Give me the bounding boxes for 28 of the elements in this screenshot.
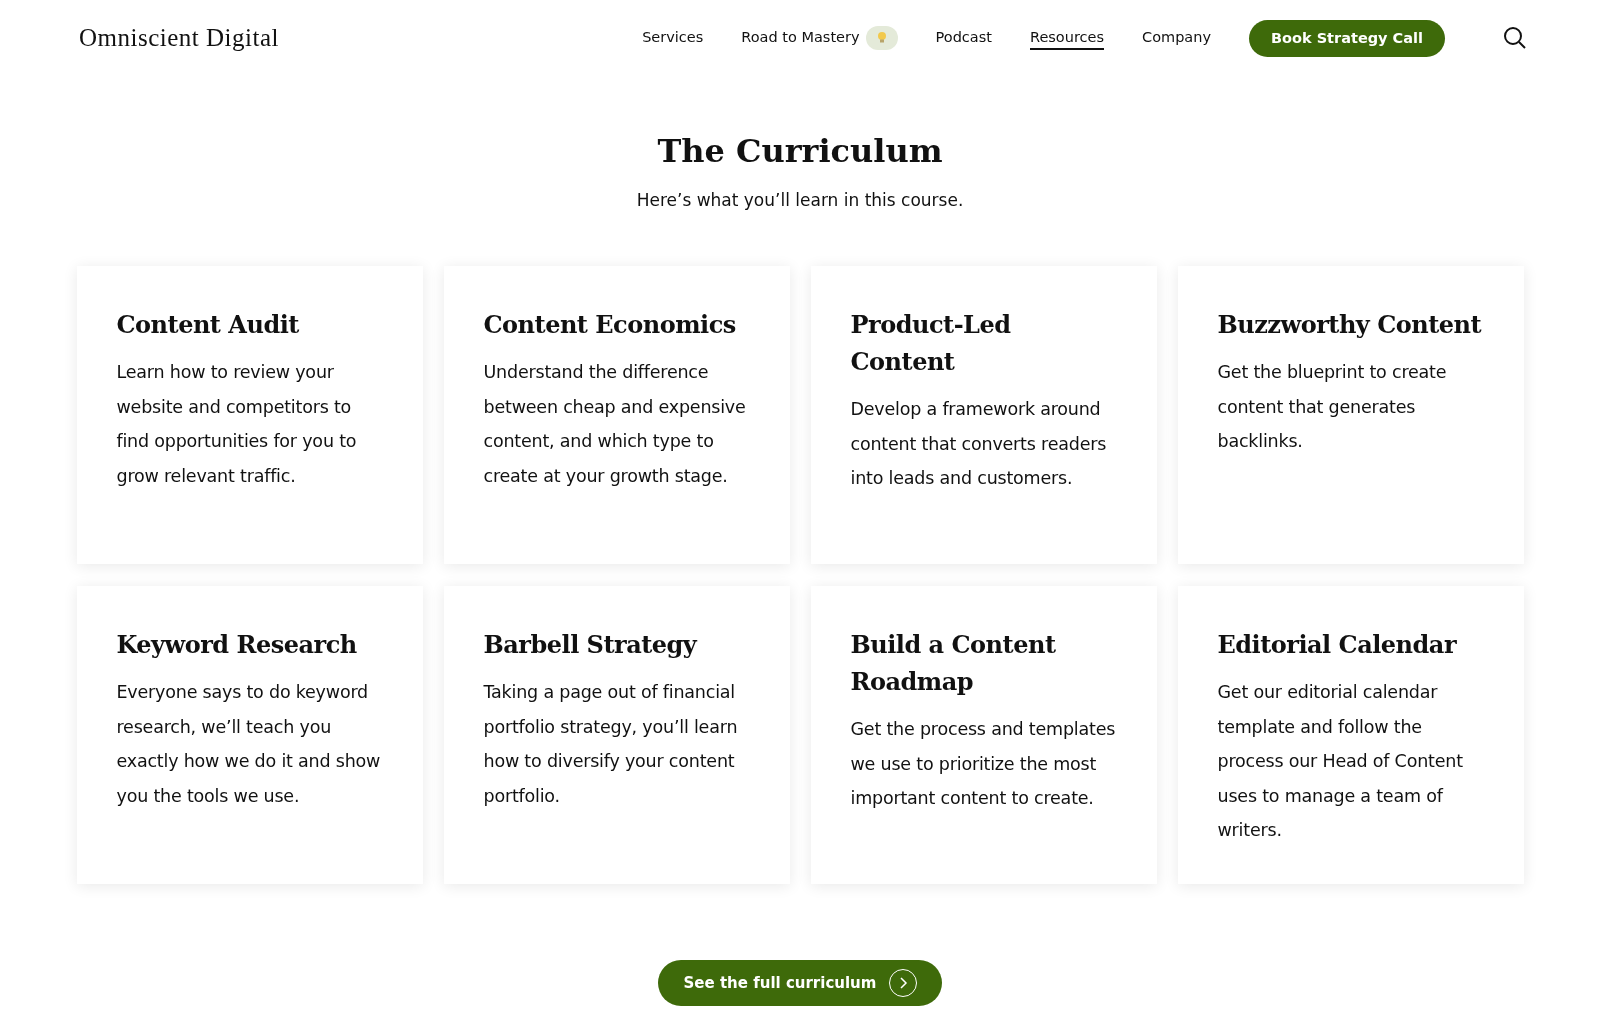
card-text: Get our editorial calendar template and follow the process our Head of Content uses to manage a team of writers. [1217,681,1464,842]
section-title: The Curriculum [657,132,943,170]
card-text: Understand the difference between cheap and expensive content, and which type to create at your growth stage. [483,361,747,488]
card-text: Get the blueprint to create content that generates backlinks. [1217,361,1448,453]
card-title: Editorial Calendar [1217,629,1458,661]
card-title: Product-Led Content [850,309,1012,378]
full-curriculum-button[interactable]: See the full curriculum [657,960,943,1006]
card-text: Taking a page out of financial portfolio strategy, you’ll learn how to diversify your content portfolio. [483,681,739,808]
card-title: Content Economics [483,309,737,341]
nav-link[interactable]: Resources [1029,26,1104,50]
nav-link[interactable]: Road to Mastery [741,26,860,50]
site-logo[interactable]: Omniscient Digital [79,24,279,52]
card-text: Everyone says to do keyword research, we’ll teach you exactly how we do it and show you the tools we use. [116,681,382,808]
nav-link[interactable]: Company [1142,26,1211,50]
card-text: Learn how to review your website and competitors to find opportunities for you to grow relevant traffic. [116,361,358,488]
card-title: Build a Content Roadmap [850,629,1057,698]
card-text: Develop a framework around content that converts readers into leads and customers. [850,398,1108,490]
card-title: Buzzworthy Content [1217,309,1483,341]
card-title: Keyword Research [116,629,358,661]
book-call-button[interactable]: Book Strategy Call [1249,19,1445,57]
chevron-right-icon [888,968,919,998]
nav-link[interactable]: Podcast [935,26,992,50]
card-text: Get the process and templates we use to prioritize the most important content to create. [850,718,1117,810]
nav-link[interactable]: Services [642,26,704,50]
section-subtitle: Here’s what you’ll learn in this course. [636,190,964,210]
card-title: Barbell Strategy [483,629,699,661]
search-icon[interactable] [1503,26,1527,50]
card-title: Content Audit [116,309,300,341]
